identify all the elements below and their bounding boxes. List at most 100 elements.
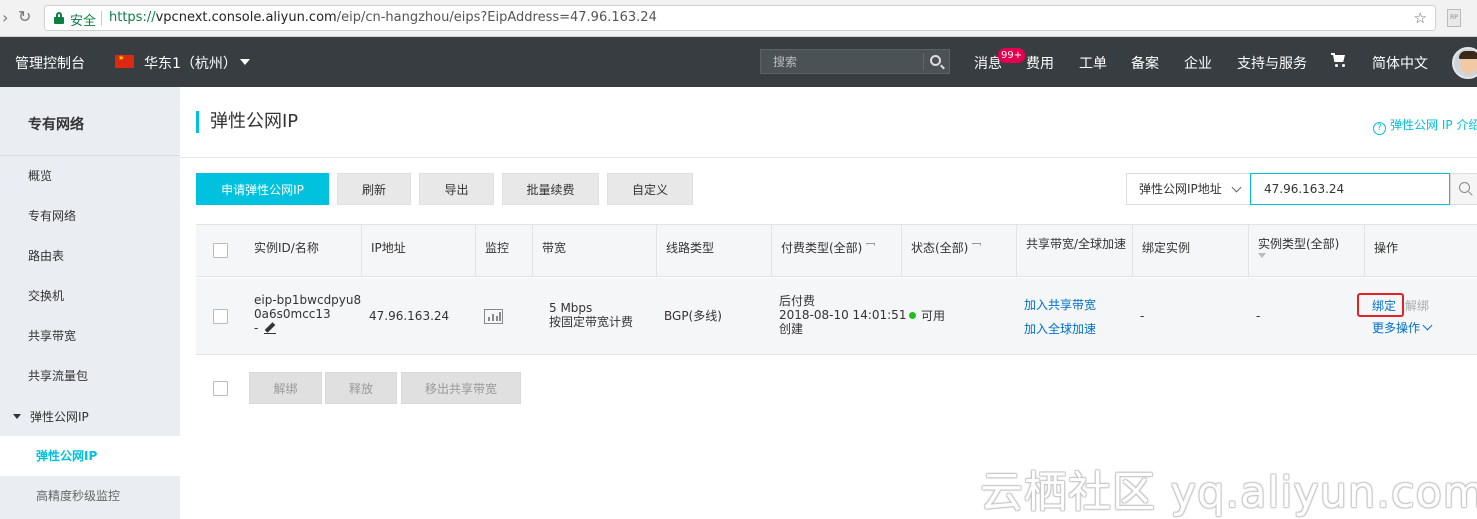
bound-instance-cell: - (1140, 309, 1145, 323)
add-global-acceleration-link[interactable]: 加入全球加速 (1024, 322, 1096, 336)
bandwidth-mode: 按固定带宽计费 (549, 315, 634, 329)
bottom-select-all-checkbox[interactable] (213, 381, 228, 396)
col-bandwidth: 带宽 (532, 225, 656, 277)
ip-cell: 47.96.163.24 (369, 309, 450, 323)
instance-id-line1[interactable]: eip-bp1bwcdpyu8 (254, 293, 361, 307)
sidebar-item-shared-traffic[interactable]: 共享流量包 (0, 356, 180, 396)
col-instance-type[interactable]: 实例类型(全部) (1248, 225, 1364, 277)
sidebar-item-hd-monitor[interactable]: 高精度秒级监控 (0, 476, 180, 516)
apply-eip-button[interactable]: 申请弹性公网IP (196, 173, 329, 205)
reload-icon[interactable]: ↻ (18, 7, 31, 26)
filter-field-select[interactable]: 弹性公网IP地址 (1126, 173, 1251, 205)
sidebar-group-eip[interactable]: 弹性公网IP (0, 397, 180, 437)
select-all-checkbox[interactable] (213, 243, 228, 258)
sidebar-title: 专有网络 (0, 87, 180, 156)
status-text: 可用 (921, 309, 946, 323)
search-icon (1459, 182, 1470, 193)
secure-label: 安全 (70, 14, 97, 29)
nav-tickets[interactable]: 工单 (1079, 53, 1107, 73)
instance-name: - (254, 321, 259, 335)
messages-badge: 99+ (998, 48, 1026, 63)
add-shared-bandwidth-link[interactable]: 加入共享带宽 (1024, 298, 1096, 312)
col-billing[interactable]: 付费类型(全部) (771, 225, 901, 277)
refresh-button[interactable]: 刷新 (337, 173, 411, 205)
help-link[interactable]: ? 弹性公网 IP 介绍 (1373, 116, 1477, 135)
cart-icon[interactable] (1331, 53, 1347, 67)
caret-down-icon (13, 414, 21, 419)
line-type-cell: BGP(多线) (664, 309, 722, 323)
sidebar-item-overview[interactable]: 概览 (0, 156, 180, 196)
col-status[interactable]: 状态(全部) (901, 225, 1016, 277)
filter-icon[interactable] (866, 243, 876, 252)
sidebar-item-shared-bandwidth[interactable]: 共享带宽 (0, 316, 180, 356)
col-id-name: 实例ID/名称 (254, 241, 319, 255)
extension-icon[interactable]: RP (1447, 9, 1461, 27)
bookmark-star-icon[interactable]: ☆ (1414, 9, 1427, 27)
region-selector[interactable]: 华东1（杭州） (144, 53, 237, 73)
table-row: eip-bp1bwcdpyu8 0a6s0mcc13 - 47.96.163.2… (196, 278, 1477, 355)
remove-shared-bandwidth-button[interactable]: 移出共享带宽 (401, 372, 521, 404)
sidebar-item-route-table[interactable]: 路由表 (0, 236, 180, 276)
console-home-link[interactable]: 管理控制台 (15, 53, 85, 73)
billing-cell: 后付费 2018-08-10 14:01:51 创建 (779, 294, 906, 336)
bind-link[interactable]: 绑定 (1372, 299, 1396, 313)
export-button[interactable]: 导出 (419, 173, 494, 205)
table-header: 实例ID/名称 IP地址 监控 带宽 线路类型 付费类型(全部) 状态(全部) … (196, 224, 1477, 277)
bulk-release-button[interactable]: 释放 (325, 372, 397, 404)
browser-toolbar: › ↻ 安全 https://vpcnext.console.aliyun.co… (0, 0, 1477, 37)
global-search-input[interactable] (761, 50, 923, 73)
address-separator (101, 11, 102, 26)
status-dot-icon (909, 312, 916, 319)
filter-icon[interactable] (1258, 253, 1266, 259)
customize-button[interactable]: 自定义 (607, 173, 693, 205)
nav-support[interactable]: 支持与服务 (1237, 53, 1307, 73)
instance-id-line2[interactable]: 0a6s0mcc13 (254, 307, 361, 321)
nav-enterprise[interactable]: 企业 (1184, 53, 1212, 73)
watermark: 云栖社区 yq.aliyun.com (980, 468, 1477, 518)
col-monitor: 监控 (475, 225, 532, 277)
url-text[interactable]: https://vpcnext.console.aliyun.com/eip/c… (109, 10, 657, 25)
more-actions-dropdown[interactable]: 更多操作 (1372, 320, 1433, 335)
avatar[interactable] (1452, 47, 1477, 79)
address-bar[interactable]: 安全 https://vpcnext.console.aliyun.com/ei… (44, 5, 1436, 31)
col-line-type: 线路类型 (656, 225, 771, 277)
chevron-down-icon (1231, 182, 1242, 193)
row-checkbox[interactable] (213, 309, 228, 324)
col-bound-instance: 绑定实例 (1132, 225, 1248, 277)
bandwidth-value: 5 Mbps (549, 301, 593, 315)
sidebar-item-vswitch[interactable]: 交换机 (0, 276, 180, 316)
col-shared: 共享带宽/全球加速 (1016, 225, 1132, 277)
col-ip: IP地址 (361, 225, 475, 277)
sidebar: 专有网络 概览 专有网络 路由表 交换机 共享带宽 共享流量包 弹性公网IP 弹… (0, 87, 180, 519)
china-flag-icon: ★ (115, 54, 134, 68)
bulk-unbind-button[interactable]: 解绑 (249, 372, 322, 404)
monitor-chart-icon[interactable] (484, 309, 503, 324)
back-icon[interactable]: › (2, 8, 8, 27)
created-time: 2018-08-10 14:01:51 (779, 308, 907, 322)
sidebar-group-label: 弹性公网IP (30, 410, 89, 424)
batch-renew-button[interactable]: 批量续费 (502, 173, 599, 205)
language-selector[interactable]: 简体中文 (1372, 53, 1428, 73)
header-divider (180, 157, 1477, 158)
instance-id-cell: eip-bp1bwcdpyu8 0a6s0mcc13 - (254, 293, 361, 335)
filter-value-input[interactable] (1250, 173, 1450, 205)
status-cell: 可用 (909, 309, 945, 323)
filter-search-button[interactable] (1450, 173, 1477, 205)
chevron-down-icon (1422, 320, 1433, 331)
edit-icon[interactable] (264, 322, 277, 334)
nav-billing[interactable]: 费用 (1026, 53, 1054, 73)
sidebar-item-vpc[interactable]: 专有网络 (0, 196, 180, 236)
instance-type-cell: - (1256, 309, 1261, 323)
created-label: 创建 (779, 322, 804, 336)
page-title: 弹性公网IP (196, 111, 298, 133)
nav-icp[interactable]: 备案 (1131, 53, 1159, 73)
lock-icon (54, 12, 64, 24)
search-icon[interactable] (930, 55, 941, 66)
bandwidth-cell: 5 Mbps 按固定带宽计费 (549, 301, 633, 329)
sidebar-item-eip[interactable]: 弹性公网IP (0, 436, 180, 476)
unbind-link: 解绑 (1405, 299, 1430, 313)
col-actions: 操作 (1364, 225, 1477, 277)
filter-icon[interactable] (972, 243, 982, 252)
help-icon: ? (1373, 122, 1386, 135)
caret-down-icon[interactable] (240, 59, 250, 65)
